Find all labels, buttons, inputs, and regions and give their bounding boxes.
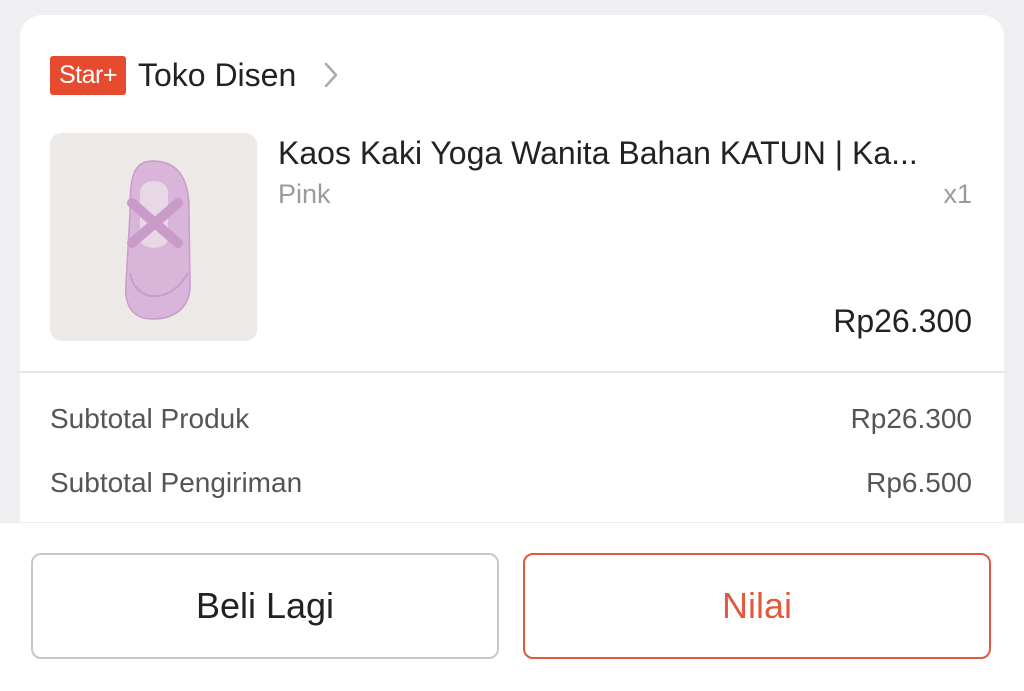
product-quantity: x1 xyxy=(943,179,972,209)
product-image[interactable] xyxy=(50,133,257,341)
product-price: Rp26.300 xyxy=(833,303,972,339)
product-variant: Pink xyxy=(278,179,331,209)
subtotal-shipping-label: Subtotal Pengiriman xyxy=(50,467,303,498)
subtotal-product-label: Subtotal Produk xyxy=(50,403,250,434)
subtotal-product-value: Rp26.300 xyxy=(850,403,972,434)
action-bar: Beli Lagi Nilai xyxy=(0,522,1024,691)
chevron-right-icon[interactable] xyxy=(320,60,342,90)
product-title[interactable]: Kaos Kaki Yoga Wanita Bahan KATUN | Ka..… xyxy=(278,135,978,172)
divider xyxy=(20,371,1004,373)
star-plus-badge: Star+ xyxy=(50,55,126,95)
shop-header[interactable]: Star+ Toko Disen xyxy=(50,55,342,95)
shop-name[interactable]: Toko Disen xyxy=(138,57,296,94)
rate-button[interactable]: Nilai xyxy=(523,553,991,659)
subtotal-shipping-value: Rp6.500 xyxy=(866,467,972,498)
order-card: Star+ Toko Disen Kaos Kaki Yoga Wanita B… xyxy=(20,15,1004,545)
buy-again-button[interactable]: Beli Lagi xyxy=(31,553,499,659)
